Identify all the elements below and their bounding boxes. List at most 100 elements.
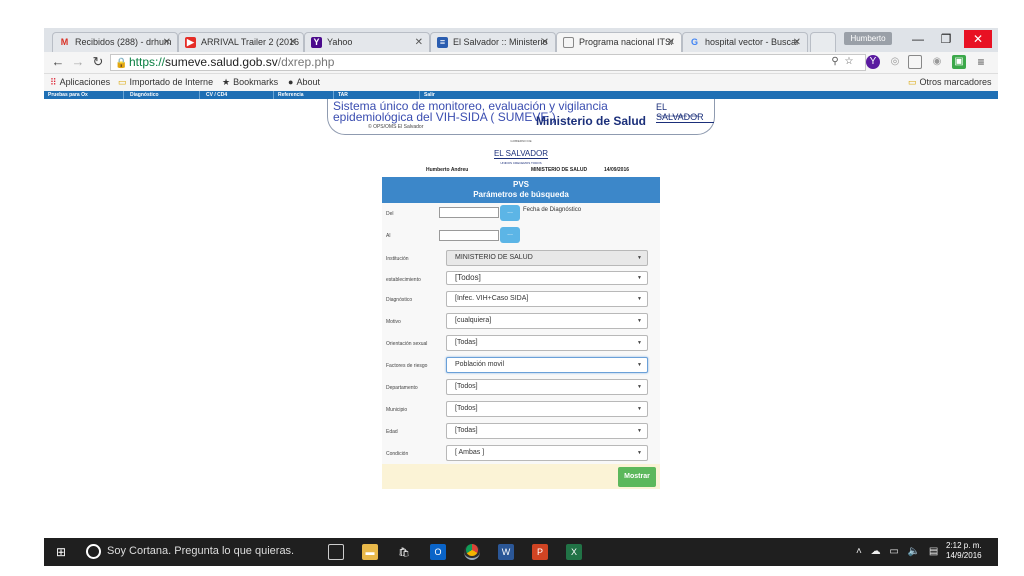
close-icon[interactable]: ✕ <box>793 37 801 48</box>
address-bar[interactable]: 🔒 https://sumeve.salud.gob.sv/dxrep.php <box>110 54 866 71</box>
minimize-button[interactable]: — <box>904 30 932 48</box>
file-explorer-icon[interactable]: ▬ <box>362 544 378 560</box>
orientacion-sexual-select[interactable]: [Todas] ▼ <box>446 335 648 351</box>
close-icon[interactable]: ✕ <box>289 37 297 48</box>
select-value: [Todos] <box>455 273 481 282</box>
tab-title: Programa nacional ITS/ <box>579 37 674 47</box>
banner-title-line2: epidemiológica del VIH-SIDA ( SUMEVE ) <box>333 110 556 124</box>
menu-icon[interactable]: ≡ <box>974 55 988 69</box>
close-icon[interactable]: ✕ <box>667 37 675 48</box>
departamento-label: Departamento <box>386 385 418 391</box>
date-to-picker-button[interactable]: ... <box>500 227 520 243</box>
volume-icon[interactable]: 🔈 <box>908 546 920 557</box>
cloud-icon[interactable]: ☁ <box>871 546 881 557</box>
select-value: Población movil <box>455 361 505 368</box>
notification-icon[interactable]: ▤ <box>929 546 938 557</box>
windows-start-icon[interactable]: ⊞ <box>56 546 68 558</box>
establecimiento-select[interactable]: [Todos] ▼ <box>446 271 648 285</box>
new-tab-button[interactable] <box>810 32 836 52</box>
tab-title: Recibidos (288) - drhum <box>75 37 172 47</box>
outlook-icon[interactable]: O <box>430 544 446 560</box>
menu-item-tar[interactable]: TAR <box>334 91 420 99</box>
tab-minsal[interactable]: ≡ El Salvador :: Ministerio ✕ <box>430 32 556 52</box>
profile-chip[interactable]: Humberto <box>844 32 892 45</box>
system-tray: ˄ ☁ ▭ 🔈 ▤ <box>856 546 938 557</box>
diagnostico-select[interactable]: [Infec. VIH+Caso SIDA] ▼ <box>446 291 648 307</box>
extension-icon[interactable]: ◎ <box>888 55 902 69</box>
bookmark-about[interactable]: ● About <box>288 77 320 87</box>
mostrar-button[interactable]: Mostrar <box>618 467 656 487</box>
condicion-select[interactable]: [ Ambas ] ▼ <box>446 445 648 461</box>
tab-google-search[interactable]: G hospital vector - Buscar ✕ <box>682 32 808 52</box>
excel-icon[interactable]: X <box>566 544 582 560</box>
date-to-input[interactable] <box>439 230 499 241</box>
motivo-select[interactable]: [cualquiera] ▼ <box>446 313 648 329</box>
banner-credit: © OPS/OMS El Salvador <box>368 124 424 130</box>
yahoo-extension-icon[interactable]: Y <box>866 55 880 69</box>
clock-date: 14/9/2016 <box>946 551 982 560</box>
back-icon[interactable]: ← <box>50 54 66 70</box>
user-institution: MINISTERIO DE SALUD <box>531 167 588 173</box>
municipio-select[interactable]: [Todos] ▼ <box>446 401 648 417</box>
star-icon[interactable]: ☆ <box>842 55 856 69</box>
institucion-select[interactable]: MINISTERIO DE SALUD ▼ <box>446 250 648 266</box>
tab-programa-nacional[interactable]: Programa nacional ITS/ ✕ <box>556 32 682 53</box>
taskbar-clock[interactable]: 2:12 p. m. 14/9/2016 <box>946 541 982 561</box>
chevron-up-icon[interactable]: ˄ <box>856 546 862 557</box>
reload-icon[interactable]: ↻ <box>90 54 106 70</box>
caret-down-icon: ▼ <box>637 275 642 281</box>
menu-item-pruebas[interactable]: Pruebas para Ox <box>44 91 124 99</box>
battery-icon[interactable]: ▭ <box>889 546 898 557</box>
tab-yahoo[interactable]: Y Yahoo ✕ <box>304 32 430 52</box>
menu-item-referencia[interactable]: Referencia <box>274 91 334 99</box>
screen: M Recibidos (288) - drhum ✕ ▶ ARRIVAL Tr… <box>0 0 1024 576</box>
bookmark-bookmarks[interactable]: ★ Bookmarks <box>222 77 278 88</box>
date-from-picker-button[interactable]: ... <box>500 205 520 221</box>
cortana-search-box[interactable]: Soy Cortana. Pregunta lo que quieras. <box>107 545 294 557</box>
zoom-icon[interactable]: ⚲ <box>828 55 842 69</box>
close-window-button[interactable]: ✕ <box>964 30 992 48</box>
powerpoint-icon[interactable]: P <box>532 544 548 560</box>
user-name: Humberto Andreu <box>426 167 469 173</box>
banner-country-logo: EL SALVADOR <box>656 102 714 123</box>
caret-down-icon: ▼ <box>637 406 642 412</box>
tab-youtube[interactable]: ▶ ARRIVAL Trailer 2 (2016 ✕ <box>178 32 304 52</box>
lock-icon: 🔒 <box>115 58 128 69</box>
al-label: Al <box>386 233 391 239</box>
extension-icon[interactable] <box>908 55 922 69</box>
departamento-select[interactable]: [Todos] ▼ <box>446 379 648 395</box>
date-from-input[interactable] <box>439 207 499 218</box>
extension-icon[interactable]: ◉ <box>930 55 944 69</box>
caret-down-icon: ▼ <box>637 318 642 324</box>
tab-title: hospital vector - Buscar <box>705 37 800 47</box>
bookmark-other[interactable]: ▭ Otros marcadores <box>908 77 992 88</box>
chrome-icon[interactable] <box>464 544 480 560</box>
menu-item-diagnostico[interactable]: Diagnóstico <box>126 91 200 99</box>
condicion-label: Condición <box>386 451 409 457</box>
bookmark-apps[interactable]: ⠿ Aplicaciones <box>50 77 110 88</box>
task-view-icon[interactable] <box>328 544 344 560</box>
edad-select[interactable]: [Todas] ▼ <box>446 423 648 439</box>
select-value: [Todas] <box>455 427 478 434</box>
close-icon[interactable]: ✕ <box>415 37 423 48</box>
bookmark-imported[interactable]: ▭ Importado de Interne <box>118 77 213 88</box>
forward-icon[interactable]: → <box>70 54 86 70</box>
yahoo-icon: Y <box>311 37 322 48</box>
institucion-label: Institución <box>386 256 409 262</box>
store-icon[interactable]: 🛍 <box>396 544 412 560</box>
maximize-button[interactable]: ❐ <box>932 30 960 48</box>
tab-gmail[interactable]: M Recibidos (288) - drhum ✕ <box>52 32 178 52</box>
tab-title: ARRIVAL Trailer 2 (2016 <box>201 37 300 47</box>
menu-item-salir[interactable]: Salir <box>420 91 480 99</box>
factores-riesgo-select[interactable]: Población movil ▼ <box>446 357 648 373</box>
word-icon[interactable]: W <box>498 544 514 560</box>
close-icon[interactable]: ✕ <box>163 37 171 48</box>
menu-item-cv-cd4[interactable]: CV / CD4 <box>202 91 274 99</box>
url-host: sumeve.salud.gob.sv <box>165 55 278 69</box>
bookmark-label: Otros marcadores <box>919 77 992 87</box>
cortana-icon[interactable] <box>86 544 101 559</box>
bookmark-label: Bookmarks <box>233 77 279 87</box>
apps-icon: ⠿ <box>50 77 57 87</box>
close-icon[interactable]: ✕ <box>541 37 549 48</box>
extension-icon[interactable]: ▣ <box>952 55 966 69</box>
